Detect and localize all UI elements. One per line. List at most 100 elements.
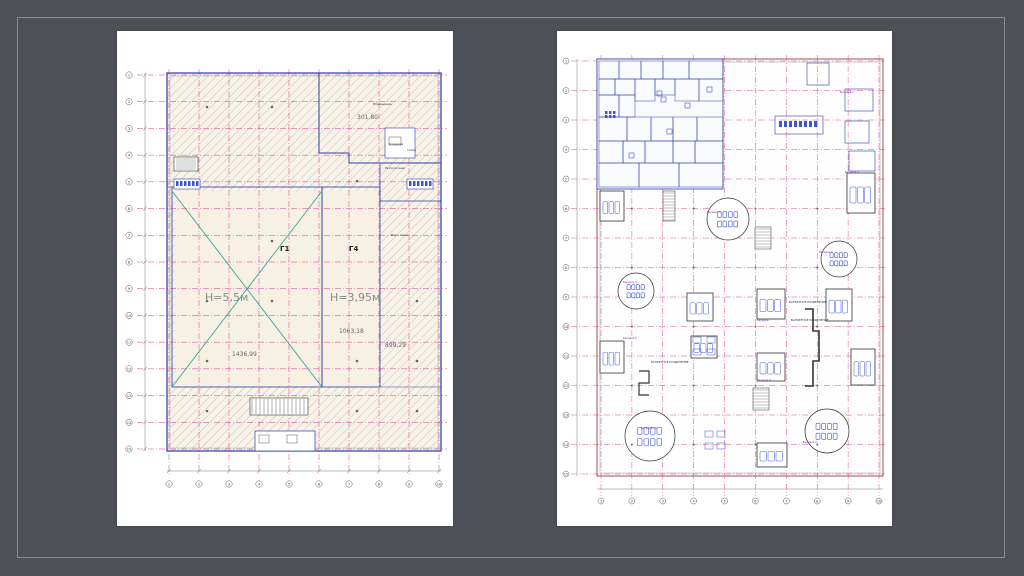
- column-marker: [415, 359, 419, 363]
- row-axis-label: 13: [564, 413, 568, 417]
- column-marker: [692, 266, 695, 269]
- row-axis-label: 2: [128, 100, 130, 104]
- column-marker: [270, 299, 274, 303]
- col-axis-label: 6: [318, 483, 320, 487]
- fixture-mark: [605, 115, 608, 118]
- col-axis-label: 5: [724, 499, 726, 503]
- seat-mark: [799, 121, 802, 127]
- row-axis-label: 15: [564, 472, 568, 476]
- row-axis-label: 5: [565, 177, 567, 181]
- room-label: Пож. отсек: [391, 233, 409, 237]
- banquet-zone-label: Беседка 4: [623, 280, 637, 284]
- banquet-zone-label: Беседка 9: [803, 440, 817, 444]
- banquet-area-label: БАНКЕТНОЕ РАЗДЕЛЕНИЕ: [651, 360, 689, 364]
- row-axis-label: 9: [128, 287, 130, 291]
- seat-mark: [804, 121, 807, 127]
- column-marker: [816, 325, 819, 328]
- row-axis-label: 9: [565, 295, 567, 299]
- room-label: Кладовая: [389, 142, 403, 146]
- round-banquet-zone: [706, 197, 750, 241]
- column-marker: [754, 443, 757, 446]
- row-axis-label: 3: [128, 127, 130, 131]
- column-marker: [754, 266, 757, 269]
- row-axis-label: 6: [565, 207, 567, 211]
- zone-a-height-label: H=5,5м: [205, 291, 248, 304]
- floor-plan-sheet-ground-level: 1 2 3 4 5 6 7 8 9 10 11 12 13 14 15 1 2 3 4 5 6 7 8 9 10 H=5,5м 14…: [117, 31, 453, 526]
- column-marker: [355, 179, 359, 183]
- fixture-mark: [613, 111, 616, 114]
- seat-mark: [814, 121, 817, 127]
- room-label: Разгрузочная: [385, 166, 405, 170]
- row-axis-label: 8: [565, 266, 567, 270]
- column-marker: [816, 384, 819, 387]
- room-label: Помещение: [373, 102, 392, 106]
- zone-b-marker: Г4: [349, 245, 358, 253]
- fixture-mark: [613, 115, 616, 118]
- misc-area-label-2: 899,29: [385, 342, 406, 349]
- banquet-room: [599, 340, 625, 374]
- zone-b-area-label: 1063,18: [339, 328, 364, 335]
- row-axis-label: 13: [127, 394, 131, 398]
- column-marker: [630, 207, 633, 210]
- col-axis-label: 9: [847, 499, 849, 503]
- column-marker: [630, 325, 633, 328]
- fixture-mark: [605, 111, 608, 114]
- seat-mark: [429, 181, 432, 186]
- column-marker: [630, 266, 633, 269]
- col-axis-label: 10: [437, 483, 441, 487]
- column-marker: [816, 266, 819, 269]
- seat-mark: [417, 181, 420, 186]
- column-marker: [816, 207, 819, 210]
- row-axis-label: 10: [564, 325, 568, 329]
- seat-mark: [176, 181, 179, 186]
- floor-plan-drawing-right: 1234567891011121314151 2 3 4 5 6 7 8 9 10Беседка …: [562, 55, 887, 505]
- row-axis-label: 11: [127, 341, 131, 345]
- col-axis-label: 3: [228, 483, 230, 487]
- column-marker: [270, 105, 274, 109]
- entrance-block: [254, 430, 316, 452]
- column-marker: [692, 384, 695, 387]
- row-axis-label: 12: [564, 384, 568, 388]
- round-banquet-zone: [624, 410, 676, 462]
- col-axis-label: 1: [168, 483, 170, 487]
- misc-area-label-1: 301,80: [357, 114, 378, 121]
- column-marker: [692, 207, 695, 210]
- row-axis-label: 10: [127, 314, 131, 318]
- row-axis-label: 6: [128, 207, 130, 211]
- column-marker: [754, 207, 757, 210]
- banquet-zone-label: Беседка 1: [707, 210, 721, 214]
- round-banquet-zone: [617, 272, 655, 310]
- column-marker: [205, 409, 209, 413]
- row-axis-label: 14: [564, 443, 568, 447]
- banquet-room: [690, 335, 718, 359]
- seat-mark: [779, 121, 782, 127]
- column-marker: [816, 443, 819, 446]
- seat-mark: [425, 181, 428, 186]
- fixture-mark: [609, 115, 612, 118]
- row-axis-label: 7: [565, 236, 567, 240]
- seat-mark: [794, 121, 797, 127]
- banquet-zone-label: Беседка 5: [819, 250, 833, 254]
- column-marker: [270, 239, 274, 243]
- banquet-zone-label: Беседка 3: [845, 170, 859, 174]
- row-axis-label: 12: [127, 367, 131, 371]
- banquet-room: [825, 288, 853, 322]
- col-axis-label: 8: [378, 483, 380, 487]
- column-marker: [205, 359, 209, 363]
- room-label: Склад: [407, 148, 416, 152]
- zone-a-area-label: 1436,99: [232, 351, 257, 358]
- col-axis-label: 7: [348, 483, 350, 487]
- stair-left: [662, 190, 676, 222]
- seat-mark: [421, 181, 424, 186]
- col-axis-label: 7: [785, 499, 787, 503]
- col-axis-label: 10: [877, 499, 881, 503]
- seat-mark: [784, 121, 787, 127]
- row-axis-label: 8: [128, 261, 130, 265]
- col-axis-label: 8: [816, 499, 818, 503]
- staircase-main: [249, 397, 309, 416]
- column-marker: [205, 105, 209, 109]
- row-axis-label: 4: [565, 148, 567, 152]
- column-marker: [415, 409, 419, 413]
- column-marker: [630, 384, 633, 387]
- banquet-room: [850, 348, 876, 386]
